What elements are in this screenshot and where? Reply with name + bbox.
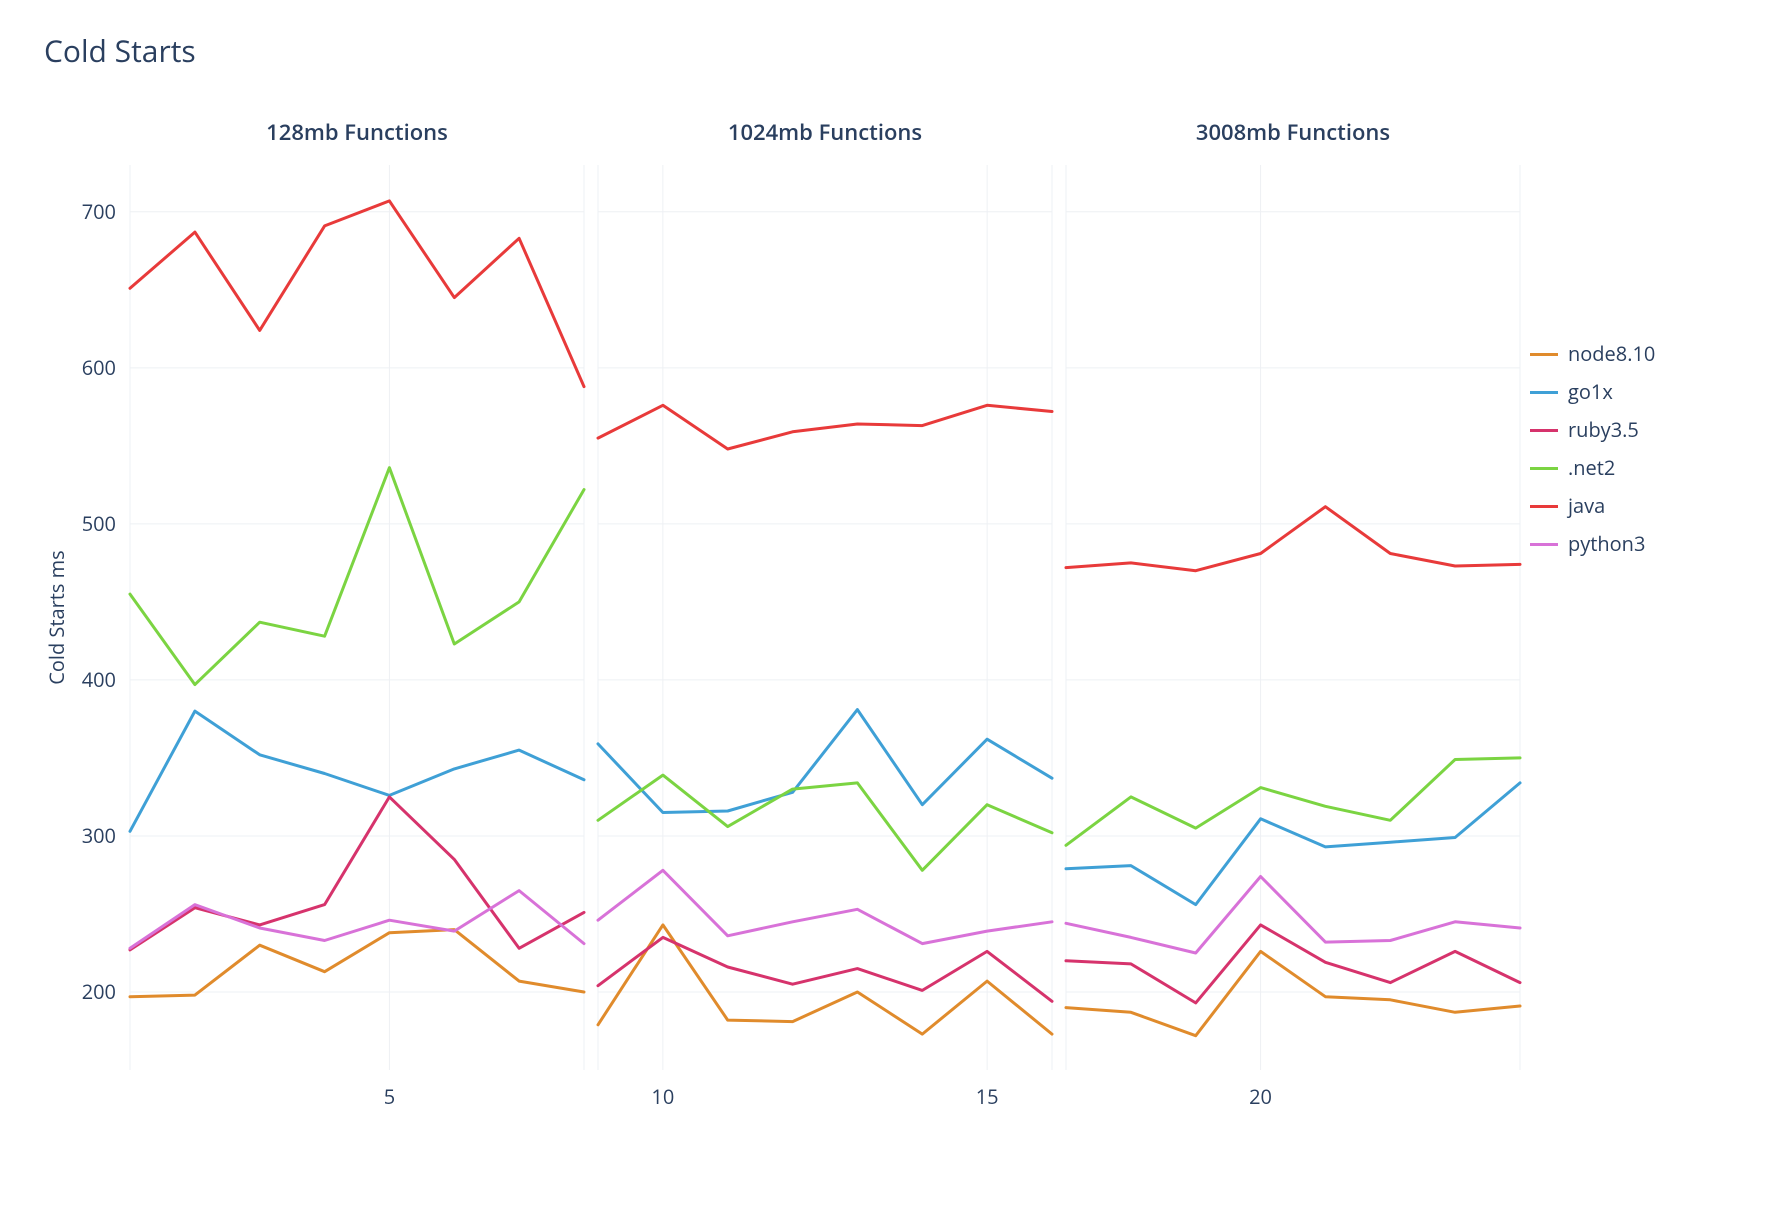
series-line-node810 bbox=[130, 930, 584, 997]
svg-text:20: 20 bbox=[1249, 1083, 1272, 1110]
legend-item[interactable]: python3 bbox=[1530, 525, 1655, 563]
legend-swatch bbox=[1530, 505, 1558, 508]
svg-text:500: 500 bbox=[82, 510, 116, 537]
line-chart: 200 300 400 500 600 700 5 10 15 20 128mb Functions… bbox=[40, 95, 1530, 1155]
legend-label: node8.10 bbox=[1568, 335, 1655, 373]
legend-item[interactable]: java bbox=[1530, 487, 1655, 525]
legend-item[interactable]: ruby3.5 bbox=[1530, 411, 1655, 449]
series-line-go1x bbox=[1066, 783, 1520, 905]
series-line-java bbox=[1066, 507, 1520, 571]
svg-text:5: 5 bbox=[384, 1083, 395, 1110]
svg-text:10: 10 bbox=[651, 1083, 674, 1110]
svg-text:400: 400 bbox=[82, 666, 116, 693]
svg-text:15: 15 bbox=[976, 1083, 999, 1110]
series-line-go1x bbox=[598, 710, 1052, 813]
series-line-net2 bbox=[130, 468, 584, 685]
svg-text:200: 200 bbox=[82, 978, 116, 1005]
legend-swatch bbox=[1530, 429, 1558, 432]
panel-title: 3008mb Functions bbox=[1196, 117, 1390, 147]
series-line-node810 bbox=[598, 925, 1052, 1034]
y-axis-label: Cold Starts ms bbox=[43, 550, 70, 684]
series-line-net2 bbox=[598, 775, 1052, 870]
legend-label: ruby3.5 bbox=[1568, 411, 1639, 449]
legend-item[interactable]: go1x bbox=[1530, 373, 1655, 411]
legend-swatch bbox=[1530, 543, 1558, 546]
series-line-ruby35 bbox=[1066, 925, 1520, 1003]
legend-swatch bbox=[1530, 467, 1558, 470]
legend-swatch bbox=[1530, 353, 1558, 356]
legend-item[interactable]: node8.10 bbox=[1530, 335, 1655, 373]
series-line-python3 bbox=[1066, 877, 1520, 954]
series-line-go1x bbox=[130, 711, 584, 831]
series-line-java bbox=[598, 405, 1052, 449]
series-line-java bbox=[130, 201, 584, 387]
series-line-ruby35 bbox=[130, 797, 584, 950]
legend-label: java bbox=[1568, 487, 1605, 525]
legend-label: .net2 bbox=[1568, 449, 1615, 487]
legend-label: python3 bbox=[1568, 525, 1645, 563]
chart-legend: node8.10go1xruby3.5.net2javapython3 bbox=[1530, 95, 1655, 563]
panel-title: 1024mb Functions bbox=[728, 117, 922, 147]
legend-swatch bbox=[1530, 391, 1558, 394]
series-line-node810 bbox=[1066, 951, 1520, 1035]
series-line-python3 bbox=[130, 891, 584, 949]
legend-label: go1x bbox=[1568, 373, 1613, 411]
svg-text:700: 700 bbox=[82, 198, 116, 225]
series-line-python3 bbox=[598, 870, 1052, 943]
svg-text:300: 300 bbox=[82, 822, 116, 849]
chart-title: Cold Starts bbox=[44, 30, 1730, 71]
svg-text:600: 600 bbox=[82, 354, 116, 381]
panel-title: 128mb Functions bbox=[266, 117, 448, 147]
legend-item[interactable]: .net2 bbox=[1530, 449, 1655, 487]
